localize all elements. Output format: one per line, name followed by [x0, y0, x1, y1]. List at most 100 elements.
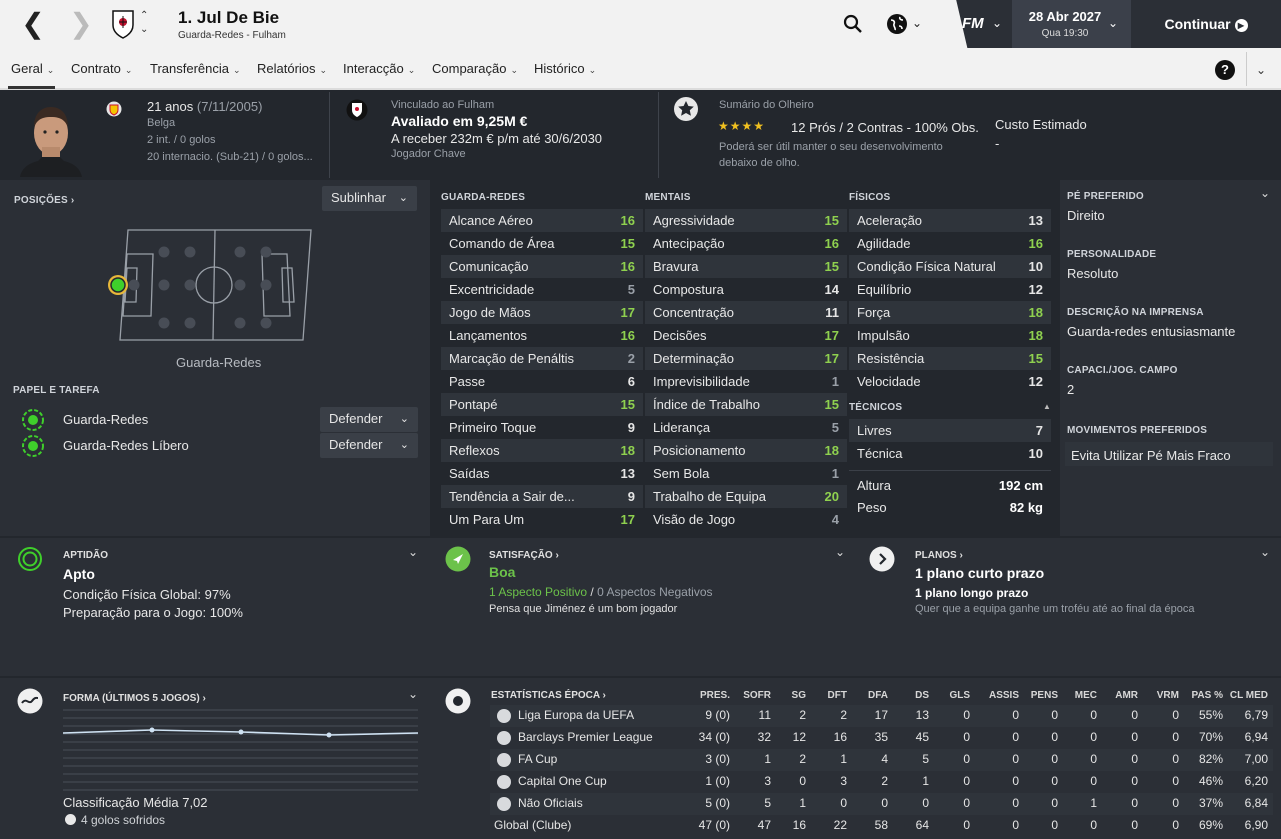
- tab-transferencia[interactable]: Transferência ⌄: [150, 48, 241, 90]
- forward-arrow-icon[interactable]: ❯: [66, 0, 96, 48]
- attribute-row[interactable]: Primeiro Toque 9: [441, 416, 643, 439]
- positions-link[interactable]: POSIÇÕES ›: [14, 195, 74, 206]
- duty-dropdown[interactable]: Defender ⌄: [320, 433, 418, 458]
- chevron-down-icon[interactable]: ⌄: [1108, 16, 1118, 30]
- fm-logo[interactable]: FM: [962, 15, 984, 32]
- attribute-row[interactable]: Liderança 5: [645, 416, 847, 439]
- competition-name[interactable]: FA Cup: [518, 752, 557, 766]
- attribute-row[interactable]: Jogo de Mãos 17: [441, 301, 643, 324]
- plans-label[interactable]: PLANOS ›: [915, 550, 963, 561]
- competition-name[interactable]: Liga Europa da UEFA: [518, 708, 634, 722]
- attribute-row[interactable]: Equilíbrio 12: [849, 278, 1051, 301]
- attribute-value: 12: [1028, 282, 1043, 297]
- attribute-row[interactable]: Concentração 11: [645, 301, 847, 324]
- negative-aspects[interactable]: 0 Aspectos Negativos: [597, 585, 712, 599]
- attribute-row[interactable]: Agilidade 16: [849, 232, 1051, 255]
- attribute-name: Comando de Área: [449, 236, 555, 251]
- attribute-name: Trabalho de Equipa: [653, 489, 766, 504]
- attribute-row[interactable]: Imprevisibilidade 1: [645, 370, 847, 393]
- tab-comparacao[interactable]: Comparação ⌄: [432, 48, 518, 90]
- attribute-row[interactable]: Comunicação 16: [441, 255, 643, 278]
- attribute-row[interactable]: Lançamentos 16: [441, 324, 643, 347]
- chevron-down-icon[interactable]: ⌄: [912, 16, 922, 30]
- tab-relatorios[interactable]: Relatórios ⌄: [257, 48, 327, 90]
- attribute-row[interactable]: Posicionamento 18: [645, 439, 847, 462]
- attribute-row[interactable]: Sem Bola 1: [645, 462, 847, 485]
- chevron-down-icon[interactable]: ⌄: [1260, 545, 1270, 559]
- attribute-row[interactable]: Aceleração 13: [849, 209, 1051, 232]
- attribute-row[interactable]: Determinação 17: [645, 347, 847, 370]
- collapse-icon[interactable]: ▲: [1043, 402, 1051, 411]
- attribute-row[interactable]: Comando de Área 15: [441, 232, 643, 255]
- attribute-row[interactable]: Velocidade 12: [849, 370, 1051, 393]
- attribute-row[interactable]: Excentricidade 5: [441, 278, 643, 301]
- player-caps: 2 int. / 0 golos: [147, 134, 216, 146]
- stats-cell: 46%: [1198, 774, 1223, 788]
- tab-historico[interactable]: Histórico ⌄: [534, 48, 596, 90]
- duty-dropdown[interactable]: Defender ⌄: [320, 407, 418, 432]
- tab-geral[interactable]: Geral ⌄: [11, 48, 54, 90]
- chevron-down-icon[interactable]: ⌄: [1256, 63, 1266, 77]
- previous-player-icon[interactable]: ⌃: [140, 10, 148, 21]
- stats-column-header[interactable]: CL MED: [1218, 690, 1268, 701]
- competition-name[interactable]: Capital One Cup: [518, 774, 607, 788]
- attribute-row[interactable]: Um Para Um 17: [441, 508, 643, 531]
- role-suitability-icon: [22, 409, 44, 431]
- stats-column-header[interactable]: VRM: [1129, 690, 1179, 701]
- attribute-row[interactable]: Agressividade 15: [645, 209, 847, 232]
- media-description-value: Guarda-redes entusiasmante: [1067, 324, 1236, 339]
- competition-name[interactable]: Não Oficiais: [518, 796, 583, 810]
- attribute-row[interactable]: Saídas 13: [441, 462, 643, 485]
- chevron-down-icon[interactable]: ⌄: [1260, 186, 1270, 200]
- attribute-name: Pontapé: [449, 397, 498, 412]
- attribute-row[interactable]: Condição Física Natural 10: [849, 255, 1051, 278]
- tab-contrato[interactable]: Contrato ⌄: [71, 48, 132, 90]
- attribute-row[interactable]: Livres 7: [849, 419, 1051, 442]
- attribute-row[interactable]: Resistência 15: [849, 347, 1051, 370]
- attribute-row[interactable]: Bravura 15: [645, 255, 847, 278]
- stats-cell: 0: [963, 774, 970, 788]
- chevron-down-icon[interactable]: ⌄: [408, 687, 418, 701]
- attribute-row[interactable]: Força 18: [849, 301, 1051, 324]
- stats-column-header[interactable]: PAS %: [1173, 690, 1224, 701]
- attribute-row[interactable]: Impulsão 18: [849, 324, 1051, 347]
- attribute-row[interactable]: Visão de Jogo 4: [645, 508, 847, 531]
- attribute-row[interactable]: Alcance Aéreo 16: [441, 209, 643, 232]
- attribute-row[interactable]: Decisões 17: [645, 324, 847, 347]
- form-label[interactable]: FORMA (ÚLTIMOS 5 JOGOS) ›: [63, 693, 206, 704]
- attribute-row[interactable]: Passe 6: [441, 370, 643, 393]
- back-arrow-icon[interactable]: ❮: [18, 0, 48, 48]
- help-icon[interactable]: ?: [1215, 60, 1235, 80]
- positive-aspects[interactable]: 1 Aspecto Positivo: [489, 585, 587, 599]
- chevron-down-icon[interactable]: ⌄: [992, 16, 1002, 30]
- season-stats-label[interactable]: ESTATÍSTICAS ÉPOCA ›: [491, 690, 606, 701]
- form-chart: [63, 709, 418, 791]
- highlight-dropdown[interactable]: Sublinhar ⌄: [322, 186, 417, 211]
- competition-name[interactable]: Global (Clube): [494, 818, 571, 832]
- attribute-row[interactable]: Técnica 10: [849, 442, 1051, 465]
- attribute-row[interactable]: Tendência a Sair de... 9: [441, 485, 643, 508]
- stats-column-header[interactable]: GLS: [920, 690, 970, 701]
- next-player-icon[interactable]: ⌄: [140, 24, 148, 35]
- attribute-row[interactable]: Trabalho de Equipa 20: [645, 485, 847, 508]
- search-icon[interactable]: [843, 14, 863, 34]
- attribute-row[interactable]: Pontapé 15: [441, 393, 643, 416]
- globe-icon[interactable]: [886, 13, 908, 35]
- continue-button[interactable]: Continuar ▶: [1131, 0, 1281, 48]
- player-info-panel: [1060, 180, 1281, 536]
- tab-interaccao[interactable]: Interacção ⌄: [343, 48, 415, 90]
- attribute-row[interactable]: Reflexos 18: [441, 439, 643, 462]
- attribute-row[interactable]: Compostura 14: [645, 278, 847, 301]
- happiness-label[interactable]: SATISFAÇÃO ›: [489, 550, 559, 561]
- attribute-name: Índice de Trabalho: [653, 397, 760, 412]
- ball-icon: [65, 814, 76, 825]
- attribute-row[interactable]: Índice de Trabalho 15: [645, 393, 847, 416]
- chevron-down-icon[interactable]: ⌄: [408, 545, 418, 559]
- attribute-row[interactable]: Antecipação 16: [645, 232, 847, 255]
- stats-cell: 6,20: [1244, 774, 1268, 788]
- attribute-row[interactable]: Marcação de Penáltis 2: [441, 347, 643, 370]
- attribute-name: Agilidade: [857, 236, 911, 251]
- chevron-down-icon[interactable]: ⌄: [835, 545, 845, 559]
- physical-header: FÍSICOS: [849, 192, 891, 203]
- competition-name[interactable]: Barclays Premier League: [518, 730, 653, 744]
